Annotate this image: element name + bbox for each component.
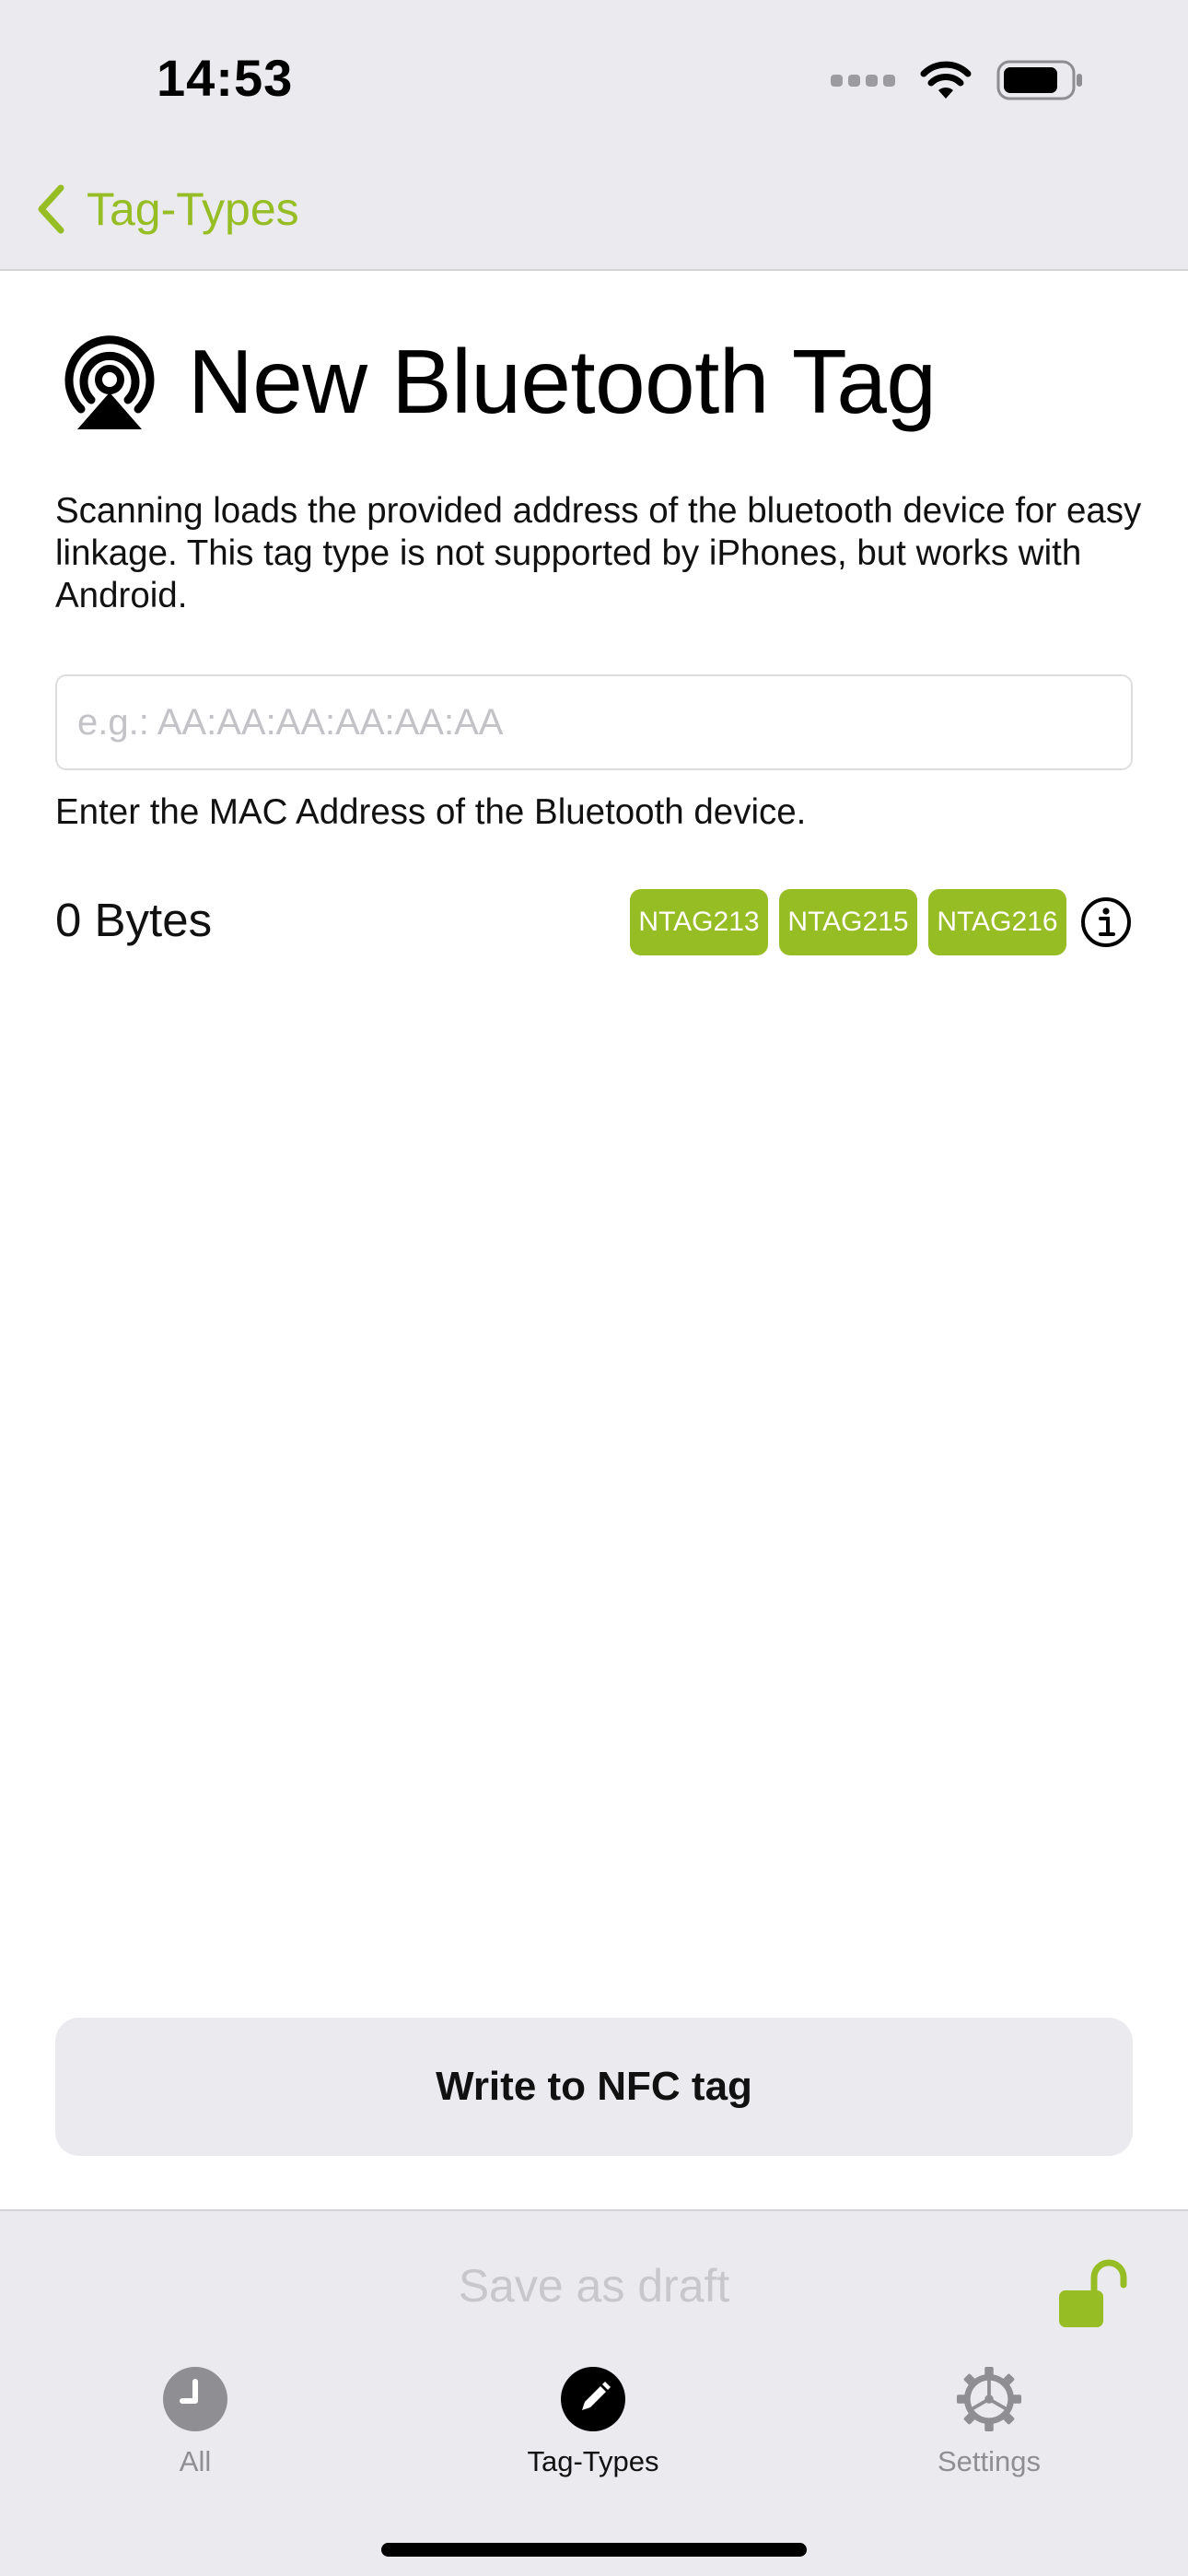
cellular-signal-icon (831, 74, 895, 87)
tag-compatibility-chips: NTAG213 NTAG215 NTAG216 (630, 889, 1133, 955)
page-title: New Bluetooth Tag (188, 331, 937, 432)
bytes-count: 0 Bytes (55, 894, 213, 946)
tab-settings[interactable]: Settings (869, 2366, 1109, 2478)
tab-settings-label: Settings (937, 2445, 1041, 2477)
chevron-left-icon (38, 184, 64, 234)
mac-address-input[interactable] (55, 674, 1133, 770)
bluetooth-broadcast-icon (64, 334, 155, 429)
status-icons (831, 57, 1085, 103)
tab-tag-types-label: Tag-Types (527, 2445, 659, 2477)
chip-ntag216: NTAG216 (928, 889, 1066, 955)
mac-address-hint: Enter the MAC Address of the Bluetooth d… (55, 792, 807, 832)
gear-icon (956, 2366, 1022, 2432)
clock-icon (163, 2367, 227, 2431)
back-button[interactable]: Tag-Types (35, 179, 299, 240)
top-bar: 14:53 Tag-Types (0, 0, 1188, 271)
bottom-bar: Save as draft All Tag-Types Settings (0, 2209, 1188, 2576)
pencil-icon (561, 2367, 625, 2431)
write-nfc-button[interactable]: Write to NFC tag (55, 2018, 1133, 2156)
status-time: 14:53 (157, 49, 294, 107)
battery-icon (996, 60, 1082, 100)
tab-tag-types[interactable]: Tag-Types (473, 2366, 713, 2478)
home-indicator (381, 2543, 807, 2557)
description-text: Scanning loads the provided address of t… (55, 491, 1142, 615)
title-row: New Bluetooth Tag (59, 330, 937, 434)
info-icon (1081, 897, 1131, 947)
tab-all-label: All (179, 2445, 212, 2477)
lock-toggle[interactable] (1057, 2257, 1127, 2331)
unlocked-padlock-icon (1059, 2259, 1127, 2327)
chip-ntag215: NTAG215 (779, 889, 917, 955)
tab-all[interactable]: All (76, 2366, 315, 2478)
wifi-icon (920, 61, 972, 99)
save-draft-button[interactable]: Save as draft (0, 2259, 1188, 2313)
info-button[interactable] (1079, 896, 1133, 949)
chip-ntag213: NTAG213 (630, 889, 768, 955)
bytes-row: 0 Bytes NTAG213 NTAG215 NTAG216 (55, 889, 1133, 957)
back-button-label: Tag-Types (87, 183, 299, 235)
